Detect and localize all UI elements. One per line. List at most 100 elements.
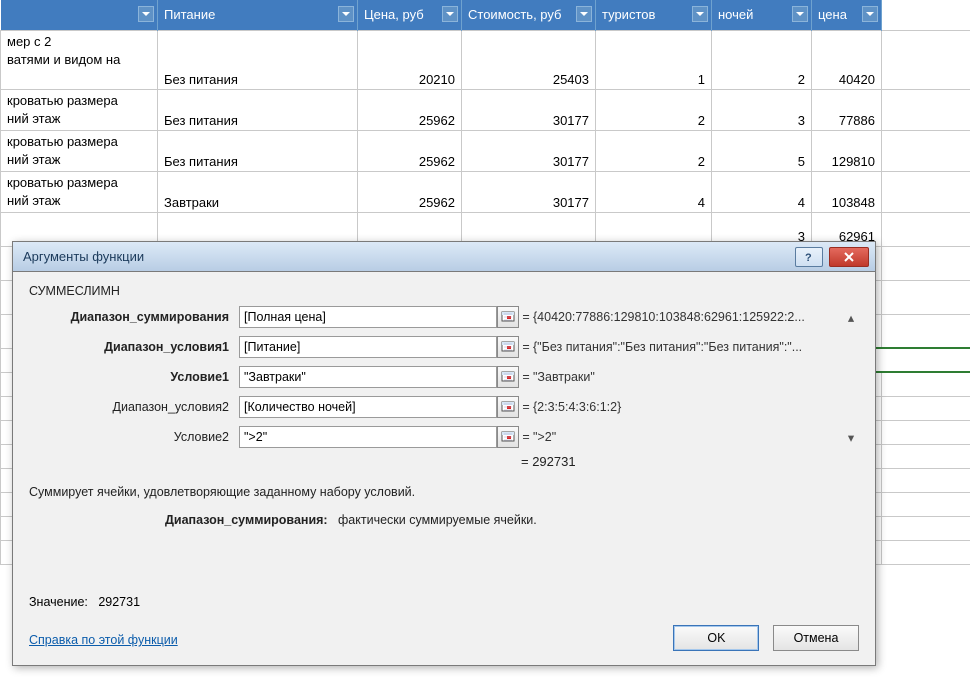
hint-text: фактически суммируемые ячейки.: [338, 513, 537, 527]
arg-label: Диапазон_условия1: [29, 340, 239, 354]
table-row[interactable]: кроватью размераний этажБез питания25962…: [1, 130, 970, 171]
range-picker-button[interactable]: [497, 366, 519, 388]
equals-sign: =: [519, 430, 533, 444]
col-label-3: Стоимость, руб: [468, 7, 561, 22]
cell-total[interactable]: 103848: [812, 171, 882, 212]
cell-tourists[interactable]: 2: [596, 130, 712, 171]
cell-blank[interactable]: [882, 89, 970, 130]
col-header-5[interactable]: ночей: [712, 0, 812, 30]
cell-cost[interactable]: 30177: [462, 130, 596, 171]
col-header-6[interactable]: цена: [812, 0, 882, 30]
value-number: 292731: [98, 595, 140, 609]
cell-blank[interactable]: [882, 171, 970, 212]
filter-icon[interactable]: [792, 6, 808, 22]
cell-desc[interactable]: кроватью размераний этаж: [1, 130, 158, 171]
arg-input[interactable]: [239, 336, 497, 358]
filter-icon[interactable]: [138, 6, 154, 22]
cell-blank[interactable]: [882, 30, 970, 89]
cell-price[interactable]: 25962: [358, 89, 462, 130]
inline-result: = 292731: [521, 454, 859, 469]
dialog-title: Аргументы функции: [23, 249, 144, 264]
function-name: СУММЕСЛИМН: [29, 284, 859, 298]
col-header-3[interactable]: Стоимость, руб: [462, 0, 596, 30]
arg-preview: {"Без питания":"Без питания":"Без питани…: [533, 340, 843, 354]
cell-cost[interactable]: 25403: [462, 30, 596, 89]
cell-desc[interactable]: мер с 2ватями и видом на: [1, 30, 158, 89]
table-row[interactable]: кроватью размераний этажЗавтраки25962301…: [1, 171, 970, 212]
close-button[interactable]: [829, 247, 869, 267]
col-label-6: цена: [818, 7, 847, 22]
cell-total[interactable]: 129810: [812, 130, 882, 171]
arg-preview: ">2": [533, 430, 843, 444]
col-header-0[interactable]: [1, 0, 158, 30]
filter-icon[interactable]: [338, 6, 354, 22]
cell-nights[interactable]: 5: [712, 130, 812, 171]
cell-tourists[interactable]: 1: [596, 30, 712, 89]
range-picker-button[interactable]: [497, 306, 519, 328]
result-value-row: Значение: 292731: [29, 595, 140, 609]
cancel-button[interactable]: Отмена: [773, 625, 859, 651]
cell-price[interactable]: 20210: [358, 30, 462, 89]
header-row: Питание Цена, руб Стоимость, руб туристо…: [1, 0, 970, 30]
cell-cost[interactable]: 30177: [462, 171, 596, 212]
arg-label: Условие1: [29, 370, 239, 384]
col-label-2: Цена, руб: [364, 7, 424, 22]
arg-label: Условие2: [29, 430, 239, 444]
cell-total[interactable]: 40420: [812, 30, 882, 89]
range-picker-button[interactable]: [497, 396, 519, 418]
col-label-1: Питание: [164, 7, 215, 22]
cell-price[interactable]: 25962: [358, 130, 462, 171]
cell-meal[interactable]: Завтраки: [158, 171, 358, 212]
cell-cost[interactable]: 30177: [462, 89, 596, 130]
arg-input[interactable]: [239, 366, 497, 388]
range-picker-button[interactable]: [497, 426, 519, 448]
equals-sign: =: [519, 400, 533, 414]
range-picker-button[interactable]: [497, 336, 519, 358]
scroll-indicator[interactable]: ▾: [843, 430, 859, 444]
cell-nights[interactable]: 2: [712, 30, 812, 89]
arg-input[interactable]: [239, 396, 497, 418]
cell-total[interactable]: 77886: [812, 89, 882, 130]
arguments-grid: Диапазон_суммирования={40420:77886:12981…: [29, 306, 859, 448]
equals-sign: =: [519, 370, 533, 384]
filter-icon[interactable]: [576, 6, 592, 22]
help-link[interactable]: Справка по этой функции: [29, 633, 178, 647]
col-label-4: туристов: [602, 7, 655, 22]
cell-tourists[interactable]: 4: [596, 171, 712, 212]
filter-icon[interactable]: [692, 6, 708, 22]
filter-icon[interactable]: [442, 6, 458, 22]
help-button[interactable]: ?: [795, 247, 823, 267]
arg-input[interactable]: [239, 306, 497, 328]
col-header-2[interactable]: Цена, руб: [358, 0, 462, 30]
cell-meal[interactable]: Без питания: [158, 30, 358, 89]
cell-meal[interactable]: Без питания: [158, 130, 358, 171]
cell-nights[interactable]: 4: [712, 171, 812, 212]
cell-desc[interactable]: кроватью размераний этаж: [1, 171, 158, 212]
cell-desc[interactable]: кроватью размераний этаж: [1, 89, 158, 130]
cell-price[interactable]: 25962: [358, 171, 462, 212]
arg-preview: {2:3:5:4:3:6:1:2}: [533, 400, 843, 414]
arg-label: Диапазон_условия2: [29, 400, 239, 414]
equals-sign: =: [519, 340, 533, 354]
cell-nights[interactable]: 3: [712, 89, 812, 130]
svg-text:?: ?: [805, 252, 812, 263]
value-label: Значение:: [29, 595, 88, 609]
arg-input[interactable]: [239, 426, 497, 448]
dialog-titlebar[interactable]: Аргументы функции ?: [13, 242, 875, 272]
ok-button[interactable]: OK: [673, 625, 759, 651]
table-row[interactable]: мер с 2ватями и видом на Без питания2021…: [1, 30, 970, 89]
equals-sign: =: [519, 310, 533, 324]
cell-blank[interactable]: [882, 130, 970, 171]
function-arguments-dialog: Аргументы функции ? СУММЕСЛИМН Диапазон_…: [12, 241, 876, 666]
col-header-1[interactable]: Питание: [158, 0, 358, 30]
col-header-4[interactable]: туристов: [596, 0, 712, 30]
hint-label: Диапазон_суммирования:: [165, 513, 328, 527]
scroll-indicator[interactable]: ▴: [843, 310, 859, 324]
col-label-5: ночей: [718, 7, 753, 22]
filter-icon[interactable]: [862, 6, 878, 22]
col-header-blank[interactable]: [882, 0, 970, 30]
arg-label: Диапазон_суммирования: [29, 310, 239, 324]
cell-meal[interactable]: Без питания: [158, 89, 358, 130]
cell-tourists[interactable]: 2: [596, 89, 712, 130]
table-row[interactable]: кроватью размераний этажБез питания25962…: [1, 89, 970, 130]
